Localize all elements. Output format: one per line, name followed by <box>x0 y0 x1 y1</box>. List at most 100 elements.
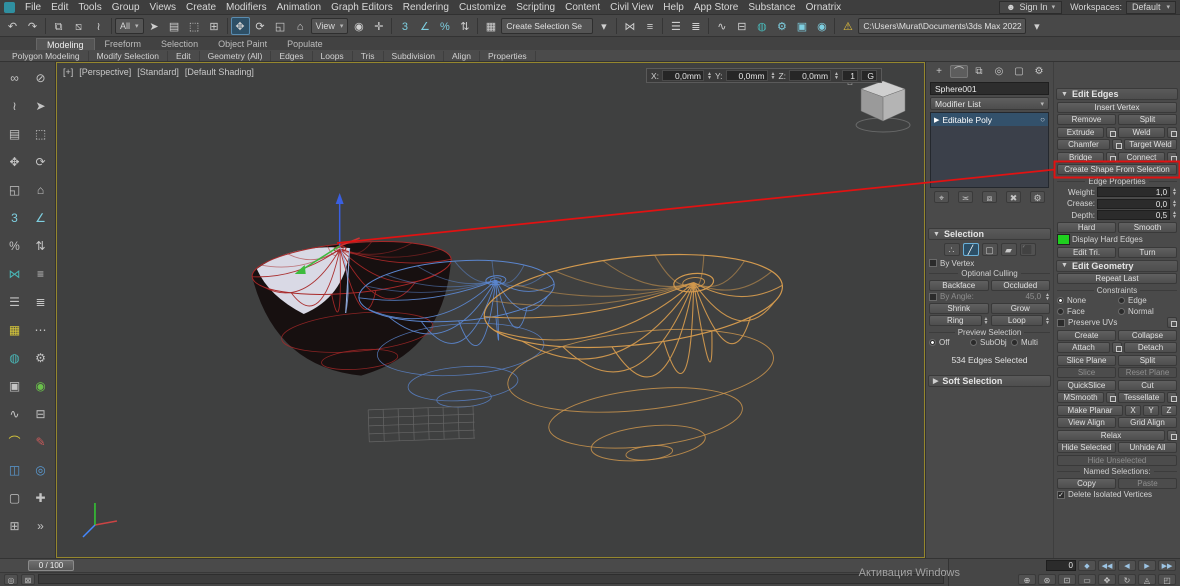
grid-snap-icon[interactable]: ⊞ <box>2 513 27 540</box>
weight-field[interactable]: 1,0 <box>1097 187 1170 197</box>
viewport-layout-icon[interactable]: ◫ <box>2 457 27 484</box>
utilities-tab-icon[interactable]: ⚙ <box>1030 65 1048 78</box>
field-of-view-icon[interactable]: ◬ <box>1138 574 1156 585</box>
bind-to-space-warp-icon[interactable]: ≀ <box>89 17 108 35</box>
relax-button[interactable]: Relax <box>1057 430 1165 441</box>
by-vertex-checkbox[interactable]: By Vertex <box>929 259 1050 268</box>
modify-tab-icon[interactable]: ⌒ <box>950 65 968 78</box>
motion-tab-icon[interactable]: ◎ <box>990 65 1008 78</box>
select-and-rotate-icon[interactable]: ⟳ <box>251 17 270 35</box>
go-to-start-icon[interactable]: ◀◀ <box>1098 560 1116 571</box>
select-and-scale-icon[interactable]: ◱ <box>2 177 27 204</box>
ribbon-panel-edit[interactable]: Edit <box>168 51 200 61</box>
preserve-uvs-settings-button[interactable] <box>1167 317 1177 328</box>
relax-settings-button[interactable] <box>1167 430 1177 441</box>
menu-scripting[interactable]: Scripting <box>511 2 560 13</box>
copy-button[interactable]: Copy <box>1057 478 1116 489</box>
menu-group[interactable]: Group <box>107 2 145 13</box>
schematic-view-icon[interactable]: ⊟ <box>28 401 53 428</box>
connect-button[interactable]: Connect <box>1118 152 1165 163</box>
select-by-name-icon[interactable]: ▤ <box>165 17 184 35</box>
snaps-toggle-icon[interactable]: 3 <box>2 205 27 232</box>
z-button[interactable]: Z <box>1161 405 1177 416</box>
loop-button[interactable]: Loop <box>991 315 1044 326</box>
polygon-mode-icon[interactable]: ▰ <box>1001 243 1017 256</box>
zoom-icon[interactable]: ⊕ <box>1018 574 1036 585</box>
chamfer-button[interactable]: Chamfer <box>1057 139 1110 150</box>
maximize-viewport-toggle-icon[interactable]: ◰ <box>1158 574 1176 585</box>
x-button[interactable]: X <box>1125 405 1141 416</box>
selection-filter-dropdown[interactable]: All▾ <box>115 18 144 34</box>
spinner-arrows-icon[interactable]: ▲▼ <box>771 72 776 80</box>
spinner-snap-toggle-icon[interactable]: ⇅ <box>455 17 474 35</box>
ribbon-panel-align[interactable]: Align <box>444 51 480 61</box>
shrink-button[interactable]: Shrink <box>929 303 989 314</box>
grid-align-button[interactable]: Grid Align <box>1118 417 1177 428</box>
edit-named-selection-sets-icon[interactable]: ▦ <box>481 17 500 35</box>
subobj-radio[interactable]: SubObj <box>970 338 1009 347</box>
ring-button[interactable]: Ring <box>929 315 982 326</box>
spinner-arrows-icon[interactable]: ▲▼ <box>707 72 712 80</box>
zoom-all-icon[interactable]: ⊛ <box>1038 574 1056 585</box>
grow-button[interactable]: Grow <box>991 303 1051 314</box>
menu-app-store[interactable]: App Store <box>689 2 743 13</box>
named-selection-set-field[interactable]: Create Selection Se <box>501 18 593 34</box>
ribbon-tab-populate[interactable]: Populate <box>277 38 333 50</box>
stack-item-editable-poly[interactable]: ▶ Editable Poly ○ <box>931 113 1048 126</box>
create-button[interactable]: Create <box>1057 330 1116 341</box>
hierarchy-tab-icon[interactable]: ⧉ <box>970 65 988 78</box>
play-animation-icon[interactable]: ▶ <box>1138 560 1156 571</box>
insert-vertex-button[interactable]: Insert Vertex <box>1057 102 1177 113</box>
ribbon-tab-freeform[interactable]: Freeform <box>95 38 152 50</box>
delete-isolated-vertices-checkbox[interactable]: ✓Delete Isolated Vertices <box>1057 490 1177 499</box>
menu-graph-editors[interactable]: Graph Editors <box>326 2 398 13</box>
tessellate-button[interactable]: Tessellate <box>1118 392 1165 403</box>
chamfer-settings-button[interactable] <box>1112 139 1122 150</box>
spinner-arrows-icon[interactable]: ▲▼ <box>984 317 989 325</box>
warning-icon[interactable]: ⚠ <box>838 17 857 35</box>
pin-stack-icon[interactable]: ⌖ <box>934 191 949 203</box>
rectangular-selection-region-icon[interactable]: ⬚ <box>185 17 204 35</box>
select-object-icon[interactable]: ➤ <box>145 17 164 35</box>
connect-settings-button[interactable] <box>1167 152 1177 163</box>
array-icon[interactable]: ▦ <box>2 317 27 344</box>
percent-snap-icon[interactable]: % <box>2 233 27 260</box>
x-coordinate-field[interactable]: 0,0mm <box>662 70 704 81</box>
menu-customize[interactable]: Customize <box>454 2 511 13</box>
chevron-down-icon[interactable]: ▾ <box>1027 17 1046 35</box>
spinner-arrows-icon[interactable]: ▲▼ <box>1045 317 1050 325</box>
edge-mode-icon[interactable]: ╱ <box>963 243 979 256</box>
spacing-tool-icon[interactable]: ⋯ <box>28 317 53 344</box>
weld-button[interactable]: Weld <box>1118 127 1165 138</box>
viewport-menu-shading[interactable]: [Default Shading] <box>185 67 254 77</box>
zoom-extents-icon[interactable]: ⊡ <box>1058 574 1076 585</box>
viewport-menu-pov[interactable]: [Perspective] <box>79 67 131 77</box>
select-and-link-icon[interactable]: ∞ <box>2 65 27 92</box>
bridge-button[interactable]: Bridge <box>1057 152 1104 163</box>
menu-modifiers[interactable]: Modifiers <box>221 2 272 13</box>
menu-substance[interactable]: Substance <box>743 2 800 13</box>
viewport-scene[interactable]: ⌂ <box>57 63 924 557</box>
edit-edges-rollout-header[interactable]: ▼ Edit Edges <box>1056 88 1178 100</box>
select-and-rotate-icon[interactable]: ⟳ <box>28 149 53 176</box>
border-mode-icon[interactable]: ▢ <box>982 243 998 256</box>
spinner-arrows-icon[interactable]: ▲▼ <box>1172 211 1177 219</box>
ribbon-panel-modify-selection[interactable]: Modify Selection <box>89 51 168 61</box>
menu-edit[interactable]: Edit <box>46 2 73 13</box>
orbit-icon[interactable]: ↻ <box>1118 574 1136 585</box>
hide-selected-button[interactable]: Hide Selected <box>1057 442 1116 453</box>
extrude-settings-button[interactable] <box>1106 127 1116 138</box>
extrude-button[interactable]: Extrude <box>1057 127 1104 138</box>
previous-frame-icon[interactable]: ◀ <box>1118 560 1136 571</box>
selection-rollout-header[interactable]: ▼ Selection <box>928 228 1051 240</box>
create-shape-from-selection-button[interactable]: Create Shape From Selection <box>1057 164 1177 175</box>
smooth-button[interactable]: Smooth <box>1118 222 1177 233</box>
slice-plane-button[interactable]: Slice Plane <box>1057 355 1116 366</box>
tessellate-settings-button[interactable] <box>1167 392 1177 403</box>
viewport-menu-style[interactable]: [Standard] <box>137 67 179 77</box>
display-floater-icon[interactable]: ▢ <box>2 485 27 512</box>
select-and-move-icon[interactable]: ✥ <box>231 17 250 35</box>
rendered-frame-window-icon[interactable]: ▣ <box>792 17 811 35</box>
select-and-link-icon[interactable]: ⧉ <box>49 17 68 35</box>
select-and-place-icon[interactable]: ⌂ <box>28 177 53 204</box>
